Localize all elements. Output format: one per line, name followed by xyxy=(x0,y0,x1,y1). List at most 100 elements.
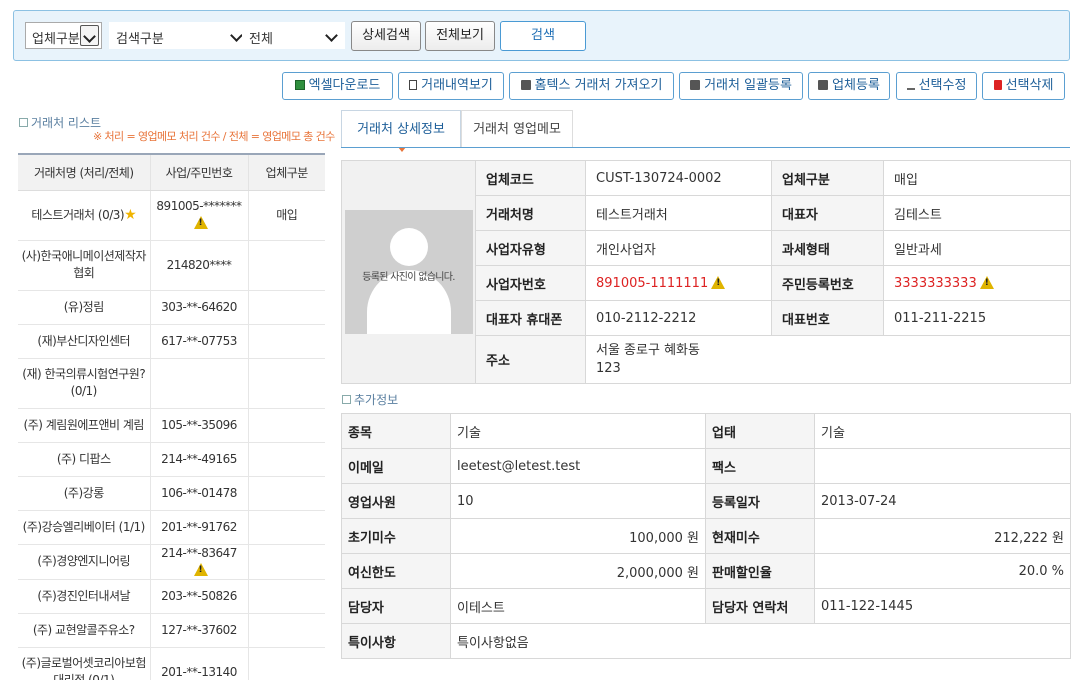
initial-value: 100,000 원 xyxy=(450,518,706,554)
transaction-history-label: 거래내역보기 xyxy=(421,78,493,93)
client-name-cell[interactable]: (주)경양엔지니어링 xyxy=(18,544,151,580)
client-type-cell xyxy=(248,442,325,477)
address-cell: 서울 종로구 혜화동 123 xyxy=(585,335,1071,384)
column-header[interactable]: 거래처명 (처리/전체) xyxy=(18,153,151,191)
client-type-cell xyxy=(248,358,325,409)
extra-info-title: 추가정보 xyxy=(342,391,398,408)
phone-label: 대표번호 xyxy=(771,300,884,336)
client-name-cell[interactable]: (주)강승엘리베이터 (1/1) xyxy=(18,510,151,545)
table-row[interactable]: (주)강롱 106-**-01478 xyxy=(18,476,325,511)
manager-phone-label: 담당자 연락처 xyxy=(705,588,815,624)
detail-search-button[interactable]: 상세검색 xyxy=(351,21,421,51)
discount-value: 20.0 % xyxy=(814,553,1071,589)
email-value: leetest@letest.test xyxy=(450,448,706,484)
table-row[interactable]: (주) 교현알콜주유소? 127-**-37602 xyxy=(18,613,325,648)
client-name-cell[interactable]: (유)정림 xyxy=(18,290,151,325)
photo-cell: 등록된 사진이 없습니다. xyxy=(341,160,476,384)
client-number-cell: 617-**-07753 xyxy=(150,324,249,359)
excel-download-button[interactable]: 엑셀다운로드 xyxy=(282,72,393,100)
table-row[interactable]: (주)경진인터내셔날 203-**-50826 xyxy=(18,579,325,614)
client-number-cell xyxy=(150,358,249,409)
edit-selected-label: 선택수정 xyxy=(918,78,967,93)
client-name-cell[interactable]: (주)경진인터내셔날 xyxy=(18,579,151,614)
biz-value: 기술 xyxy=(814,413,1071,449)
table-row[interactable]: (재) 한국의류시험연구원? (0/1) xyxy=(18,358,325,409)
column-header[interactable]: 사업/주민번호 xyxy=(150,153,249,191)
table-row[interactable]: 테스트거래처 (0/3)★ 891005-******* 매입 xyxy=(18,190,325,241)
client-name: 테스트거래처 (0/3) xyxy=(31,207,125,222)
tab-detail[interactable]: 거래처 상세정보 xyxy=(341,110,461,152)
client-number: 214-**-83647 xyxy=(161,545,237,560)
photo-placeholder[interactable]: 등록된 사진이 없습니다. xyxy=(344,210,473,334)
biz-no-value: 891005-1111111 xyxy=(596,275,709,291)
table-row[interactable]: (주)강승엘리베이터 (1/1) 201-**-91762 xyxy=(18,510,325,545)
chevron-down-icon xyxy=(80,25,99,46)
note-label: 특이사항 xyxy=(341,623,451,659)
warning-icon xyxy=(979,275,994,289)
view-all-button[interactable]: 전체보기 xyxy=(425,21,495,51)
table-row[interactable]: (주) 디팝스 214-**-49165 xyxy=(18,442,325,477)
tax-label: 과세형태 xyxy=(771,230,884,266)
client-number: 891005-******* xyxy=(156,199,242,213)
hometax-import-button[interactable]: 홈텍스 거래처 가져오기 xyxy=(509,72,674,100)
client-type-cell xyxy=(248,240,325,291)
phone-value: 011-211-2215 xyxy=(883,300,1071,336)
edit-selected-button[interactable]: 선택수정 xyxy=(896,72,977,100)
star-icon: ★ xyxy=(124,206,137,223)
client-type-cell xyxy=(248,613,325,648)
warning-icon xyxy=(711,275,726,289)
credit-label: 여신한도 xyxy=(341,553,451,589)
address-label: 주소 xyxy=(475,335,586,384)
delete-selected-button[interactable]: 선택삭제 xyxy=(982,72,1065,100)
table-row[interactable]: (주)글로벌어셋코리아보험대리점 (0/1) 201-**-13140 xyxy=(18,647,325,680)
search-type-select[interactable]: 검색구분 xyxy=(109,22,250,49)
name-label: 거래처명 xyxy=(475,195,586,231)
register-button[interactable]: 업체등록 xyxy=(808,72,890,100)
search-type-value: 검색구분 xyxy=(116,32,164,47)
list-icon xyxy=(342,395,351,404)
sales-value: 10 xyxy=(450,483,706,519)
client-number-cell: 127-**-37602 xyxy=(150,613,249,648)
biz-type-label: 사업자유형 xyxy=(475,230,586,266)
mobile-value: 010-2112-2212 xyxy=(585,300,772,336)
tab-divider xyxy=(341,147,1070,148)
tab-memo[interactable]: 거래처 영업메모 xyxy=(461,110,573,148)
client-name-cell[interactable]: (주)글로벌어셋코리아보험대리점 (0/1) xyxy=(18,647,151,680)
client-number-cell: 105-**-35096 xyxy=(150,408,249,443)
table-row[interactable]: (주)경양엔지니어링 214-**-83647 xyxy=(18,544,325,580)
client-name-cell[interactable]: (주)강롱 xyxy=(18,476,151,511)
credit-value: 2,000,000 원 xyxy=(450,553,706,589)
client-name-cell[interactable]: (재)부산디자인센터 xyxy=(18,324,151,359)
type-value: 매입 xyxy=(883,160,1071,196)
search-button[interactable]: 검색 xyxy=(500,21,586,51)
client-type-cell xyxy=(248,510,325,545)
client-name-cell[interactable]: (재) 한국의류시험연구원? (0/1) xyxy=(18,358,151,409)
client-detail-table: 등록된 사진이 없습니다. 업체코드 CUST-130724-0002 업체구분… xyxy=(341,160,1071,384)
bulk-register-button[interactable]: 거래처 일괄등록 xyxy=(679,72,803,100)
register-label: 업체등록 xyxy=(832,78,880,93)
chevron-down-icon xyxy=(323,25,342,46)
table-row[interactable]: (유)정림 303-**-64620 xyxy=(18,290,325,325)
biz-type-value: 개인사업자 xyxy=(585,230,772,266)
scope-select[interactable]: 전체 xyxy=(242,22,345,49)
manager-value: 이테스트 xyxy=(450,588,706,624)
bulk-register-label: 거래처 일괄등록 xyxy=(704,78,792,93)
business-type-select[interactable]: 업체구분 xyxy=(25,22,102,49)
client-name-cell[interactable]: (사)한국애니메이션제작자협회 xyxy=(18,240,151,291)
table-row[interactable]: (사)한국애니메이션제작자협회 214820**** xyxy=(18,240,325,291)
document-icon xyxy=(409,80,418,90)
client-type-cell xyxy=(248,579,325,614)
client-name-cell[interactable]: (주) 계림원에프앤비 계림 xyxy=(18,408,151,443)
client-name-cell[interactable]: 테스트거래처 (0/3)★ xyxy=(18,190,151,241)
client-type-cell: 매입 xyxy=(248,190,325,241)
resident-label: 주민등록번호 xyxy=(771,265,884,301)
client-name-cell[interactable]: (주) 디팝스 xyxy=(18,442,151,477)
client-list-note: ※ 처리 = 영업메모 처리 건수 / 전체 = 영업메모 총 건수 xyxy=(93,130,335,143)
table-row[interactable]: (재)부산디자인센터 617-**-07753 xyxy=(18,324,325,359)
column-header[interactable]: 업체구분 xyxy=(248,153,325,191)
client-name-cell[interactable]: (주) 교현알콜주유소? xyxy=(18,613,151,648)
edit-icon xyxy=(906,84,915,90)
table-row[interactable]: (주) 계림원에프앤비 계림 105-**-35096 xyxy=(18,408,325,443)
note-value: 특이사항없음 xyxy=(450,623,1071,659)
transaction-history-button[interactable]: 거래내역보기 xyxy=(398,72,504,100)
